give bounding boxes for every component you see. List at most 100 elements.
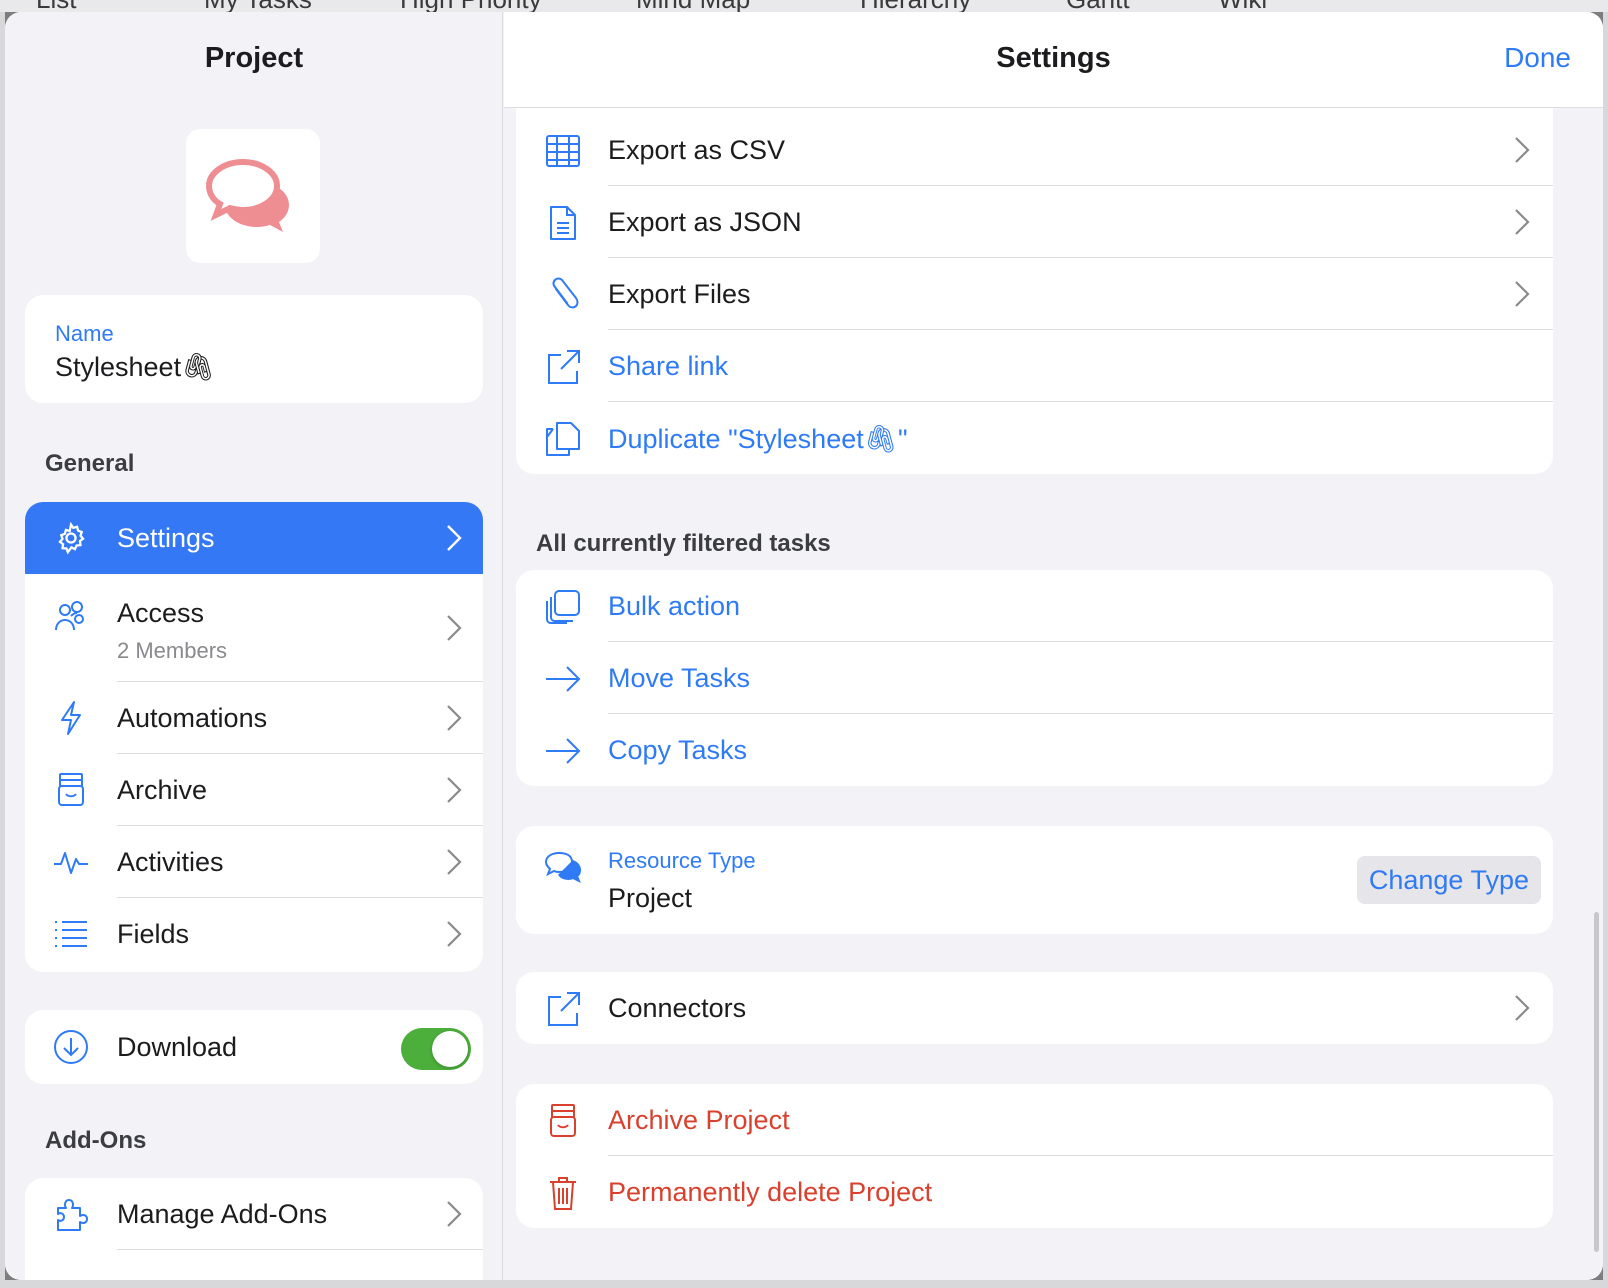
arrow-right-icon [544,732,582,770]
chevron-right-icon [447,615,462,641]
chat-bubbles-icon [205,158,289,232]
move-tasks-row[interactable]: Move Tasks [516,642,1553,714]
name-field-value[interactable]: Stylesheet🖇 [55,351,215,383]
background-tab: Wiki [1218,0,1267,12]
change-type-button[interactable]: Change Type [1356,856,1541,904]
duplicate-label: Duplicate "Stylesheet🖇" [608,424,908,454]
sidebar-item-label: Automations [117,703,268,733]
settings-header: Settings Done [504,12,1603,108]
stack-icon [544,588,582,626]
project-settings-modal: Project Name Stylesheet🖇 General Setting… [5,12,1603,1280]
sidebar-item-automations[interactable]: Automations [25,682,483,754]
sidebar-item-label: Activities [117,847,224,877]
filtered-tasks-header: All currently filtered tasks [536,530,831,557]
chevron-right-icon [1515,281,1530,307]
share-link-label: Share link [608,351,729,381]
sidebar-item-label: Fields [117,919,190,949]
download-item: Download [25,1010,483,1084]
connectors-card: Connectors [516,972,1553,1044]
download-label: Download [117,1032,238,1062]
table-icon [544,132,582,170]
chat-bubbles-icon [544,848,582,886]
paperclip-icon [544,276,582,314]
external-link-icon [544,990,582,1028]
export-json-row[interactable]: Export as JSON [516,186,1553,258]
archive-box-icon [53,772,89,808]
bulk-action-label: Bulk action [608,591,741,621]
chevron-right-icon [1515,209,1530,235]
export-files-label: Export Files [608,279,751,309]
gear-icon [53,520,89,556]
duplicate-row[interactable]: Duplicate "Stylesheet🖇" [516,402,1553,474]
sidebar-item-subtitle: 2 Members [117,638,228,663]
copy-tasks-row[interactable]: Copy Tasks [516,714,1553,786]
sidebar-item-label: Access [117,598,205,628]
list-icon [53,916,89,952]
share-link-row[interactable]: Share link [516,330,1553,402]
sidebar-item-activities[interactable]: Activities [25,826,483,898]
archive-project-row[interactable]: Archive Project [516,1084,1553,1156]
connectors-row[interactable]: Connectors [516,972,1553,1044]
sidebar-item-settings[interactable]: Settings [25,502,483,574]
sidebar-item-manage-addons[interactable]: Manage Add-Ons [25,1178,483,1250]
background-edge [0,1280,1608,1288]
background-edge [1603,12,1608,1288]
background-tab: My Tasks [204,0,312,12]
settings-pane: Settings Done Export as CSV Export as JS… [504,12,1603,1280]
chevron-right-icon [1515,995,1530,1021]
chevron-right-icon [447,1201,462,1227]
project-sidebar: Project Name Stylesheet🖇 General Setting… [5,12,503,1280]
sidebar-item-archive[interactable]: Archive [25,754,483,826]
general-section-header: General [45,450,135,477]
download-circle-icon [53,1029,89,1065]
pulse-icon [53,844,89,880]
download-row: Download [25,1010,483,1084]
sidebar-item-label: Manage Add-Ons [117,1199,328,1229]
background-tab: List [36,0,76,12]
background-tab: Gantt [1066,0,1130,12]
project-icon-button[interactable] [186,129,320,263]
filtered-tasks-card: Bulk action Move Tasks Copy Tasks [516,570,1553,786]
background-tab-bar: List My Tasks High Priority Mind Map Hie… [0,0,1608,12]
chevron-right-icon [447,525,462,551]
export-actions-card: Export as CSV Export as JSON Export File… [516,52,1553,474]
chevron-right-icon [447,777,462,803]
copy-tasks-label: Copy Tasks [608,735,748,765]
name-field-card[interactable]: Name Stylesheet🖇 [25,295,483,403]
trash-icon [544,1174,582,1212]
bulk-action-row[interactable]: Bulk action [516,570,1553,642]
toggle-knob [432,1031,468,1067]
resource-type-label: Resource Type [608,848,756,873]
export-files-row[interactable]: Export Files [516,258,1553,330]
chevron-right-icon [447,921,462,947]
download-toggle[interactable] [401,1028,471,1070]
addons-nav-list: Manage Add-Ons [25,1178,483,1280]
danger-zone-card: Archive Project Permanently delete Proje… [516,1084,1553,1228]
background-tab: High Priority [400,0,542,12]
general-nav-list: Settings Access 2 Members Automations Ar… [25,502,483,972]
resource-type-card: Resource Type Project Change Type [516,826,1553,934]
document-icon [544,204,582,242]
export-csv-label: Export as CSV [608,135,786,165]
name-field-label: Name [55,321,114,346]
external-link-icon [544,348,582,386]
sidebar-item-access[interactable]: Access 2 Members [25,574,483,682]
chevron-right-icon [447,705,462,731]
move-tasks-label: Move Tasks [608,663,751,693]
sidebar-item-label: Archive [117,775,208,805]
background-tab: Hierarchy [860,0,971,12]
settings-title: Settings [996,42,1111,74]
lightning-icon [53,700,89,736]
delete-project-row[interactable]: Permanently delete Project [516,1156,1553,1228]
connectors-label: Connectors [608,993,747,1023]
scroll-indicator[interactable] [1594,912,1599,1252]
addons-section-header: Add-Ons [45,1127,147,1154]
done-button[interactable]: Done [1504,42,1571,74]
export-csv-row[interactable]: Export as CSV [516,114,1553,186]
duplicate-icon [544,420,582,458]
puzzle-icon [53,1196,89,1232]
archive-box-icon [544,1102,582,1140]
chevron-right-icon [1515,137,1530,163]
sidebar-item-fields[interactable]: Fields [25,898,483,970]
background-tab: Mind Map [636,0,750,12]
